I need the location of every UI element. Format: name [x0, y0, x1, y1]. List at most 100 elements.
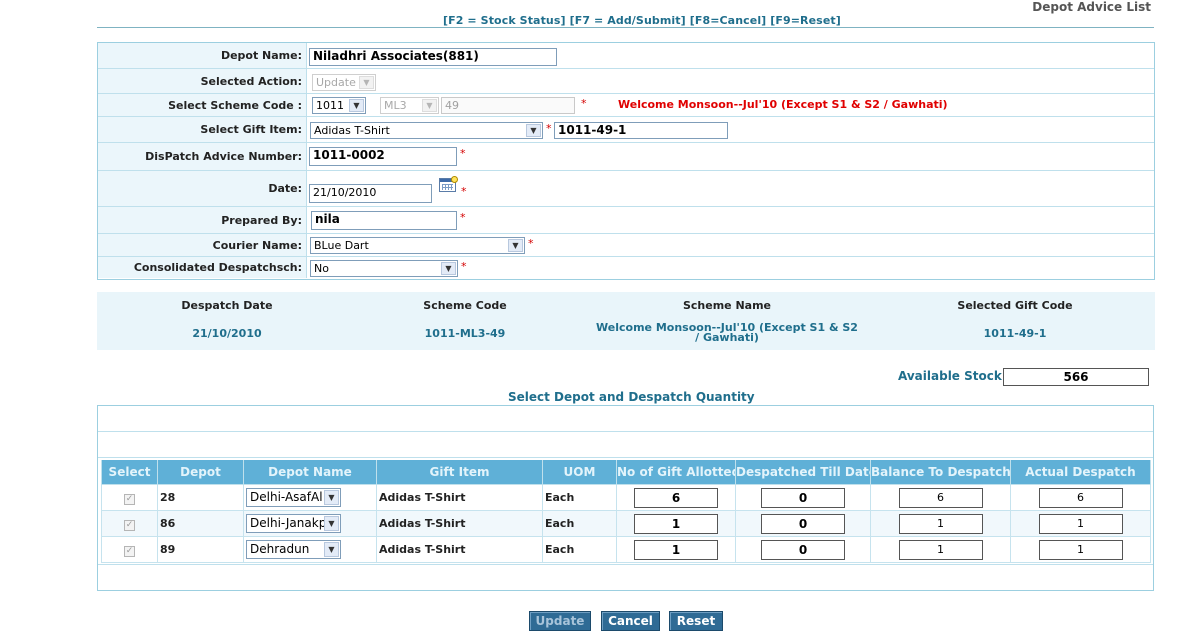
balance-to-despatch-input[interactable]: 6	[898, 487, 983, 508]
selected-action-label: Selected Action:	[98, 69, 307, 93]
summary-scheme-name: Welcome Monsoon--Jul'10 (Except S1 & S2 …	[596, 321, 858, 344]
despatched-till-date-input[interactable]: 0	[761, 539, 845, 560]
gift-allotted-input[interactable]: 1	[634, 513, 718, 534]
date-label: Date:	[98, 171, 307, 206]
depot-name-value: Delhi-Janakp	[250, 516, 327, 530]
summary-header-gift-code: Selected Gift Code	[957, 299, 1073, 312]
row-date: Date: 21/10/2010 *	[98, 171, 1154, 207]
row-gift-item: Select Gift Item: Adidas T-Shirt ▼ * 101…	[98, 117, 1154, 143]
column-header: Balance To Despatch	[870, 460, 1011, 485]
chevron-down-icon: ▼	[526, 124, 541, 137]
summary-despatch-date: 21/10/2010	[192, 327, 262, 340]
gift-item: Adidas T-Shirt	[376, 536, 543, 563]
row-courier: Courier Name: BLue Dart ▼ *	[98, 234, 1154, 257]
row-consolidated: Consolidated Despatchsch: No ▼ *	[98, 257, 1154, 278]
grid-divider	[98, 431, 1153, 432]
column-header: Despatched Till Date	[735, 460, 871, 485]
required-marker: *	[581, 97, 587, 110]
row-select-checkbox[interactable]: ✓	[124, 519, 135, 531]
chevron-down-icon: ▼	[441, 262, 456, 275]
scheme-sub-select: ML3 ▼	[380, 97, 439, 114]
depot-grid-panel: Select Depot Depot Name Gift Item UOM No…	[97, 405, 1154, 591]
cancel-button[interactable]: Cancel	[601, 611, 660, 631]
actual-despatch-input[interactable]: 1	[1038, 513, 1123, 534]
update-button[interactable]: Update	[529, 611, 591, 631]
chevron-down-icon: ▼	[324, 490, 339, 505]
row-dispatch-advice: DisPatch Advice Number: 1011-0002 *	[98, 143, 1154, 171]
uom: Each	[542, 536, 617, 563]
dispatch-advice-label: DisPatch Advice Number:	[98, 143, 307, 170]
gift-allotted-input[interactable]: 6	[634, 487, 718, 508]
balance-to-despatch-input[interactable]: 1	[898, 539, 983, 560]
gift-allotted-input[interactable]: 1	[634, 539, 718, 560]
section-title: Select Depot and Despatch Quantity	[508, 390, 755, 404]
gift-item: Adidas T-Shirt	[376, 484, 543, 511]
selected-action-select: Update ▼	[312, 74, 376, 91]
prepared-by-label: Prepared By:	[98, 207, 307, 233]
column-header: Gift Item	[376, 460, 543, 485]
column-header: UOM	[542, 460, 617, 485]
depot-name-select[interactable]: Dehradun ▼	[246, 540, 341, 559]
reset-button[interactable]: Reset	[669, 611, 723, 631]
table-row: ✓ 86 Delhi-Janakp ▼ Adidas T-Shirt Each 1…	[101, 510, 1151, 537]
depot-code: 86	[157, 510, 244, 537]
chevron-down-icon: ▼	[508, 239, 523, 252]
chevron-down-icon: ▼	[422, 99, 437, 112]
summary-scheme-code: 1011-ML3-49	[424, 327, 506, 340]
scheme-number-input: 49	[441, 97, 575, 114]
consolidated-label: Consolidated Despatchsch:	[98, 257, 307, 278]
balance-to-despatch-input[interactable]: 1	[898, 513, 983, 534]
depot-name-select[interactable]: Delhi-AsafAl ▼	[246, 488, 341, 507]
grid-divider	[98, 564, 1153, 565]
header-divider	[97, 27, 1154, 28]
courier-select[interactable]: BLue Dart ▼	[310, 237, 525, 254]
chevron-down-icon: ▼	[349, 99, 364, 112]
scheme-sub-value: ML3	[384, 99, 407, 112]
consolidated-select[interactable]: No ▼	[310, 260, 458, 277]
row-select-checkbox[interactable]: ✓	[124, 493, 135, 505]
actual-despatch-input[interactable]: 1	[1038, 539, 1123, 560]
consolidated-value: No	[314, 262, 329, 275]
column-header: Depot	[157, 460, 244, 485]
summary-header-scheme-name: Scheme Name	[682, 299, 772, 312]
required-marker: *	[528, 237, 534, 250]
depot-code: 28	[157, 484, 244, 511]
depot-name-value: Delhi-AsafAl	[250, 490, 323, 504]
column-header: No of Gift Allotted	[616, 460, 736, 485]
gift-code-input[interactable]: 1011-49-1	[554, 122, 728, 139]
despatched-till-date-input[interactable]: 0	[761, 487, 845, 508]
scheme-code-label: Select Scheme Code :	[98, 94, 307, 116]
gift-item-value: Adidas T-Shirt	[314, 124, 390, 137]
summary-header-scheme-code: Scheme Code	[423, 299, 507, 312]
actual-despatch-input[interactable]: 6	[1038, 487, 1123, 508]
courier-label: Courier Name:	[98, 234, 307, 256]
uom: Each	[542, 484, 617, 511]
date-input[interactable]: 21/10/2010	[309, 184, 432, 203]
table-header-row: Select Depot Depot Name Gift Item UOM No…	[101, 460, 1151, 485]
gift-item-select[interactable]: Adidas T-Shirt ▼	[310, 122, 543, 139]
chevron-down-icon: ▼	[324, 516, 339, 531]
selection-summary: Despatch Date Scheme Code Scheme Name Se…	[97, 292, 1155, 350]
available-stock-label: Available Stock	[898, 369, 1002, 383]
depot-name-value: Dehradun	[250, 542, 310, 556]
dispatch-advice-input[interactable]: 1011-0002	[309, 147, 457, 166]
column-header: Select	[101, 460, 158, 485]
column-header: Depot Name	[243, 460, 377, 485]
required-marker: *	[546, 122, 552, 135]
grid-divider	[98, 457, 1153, 458]
despatched-till-date-input[interactable]: 0	[761, 513, 845, 534]
row-select-checkbox[interactable]: ✓	[124, 545, 135, 557]
prepared-by-input[interactable]: nila	[311, 211, 457, 230]
depot-name-input[interactable]: Niladhri Associates(881)	[309, 48, 557, 66]
scheme-code-select[interactable]: 1011 ▼	[312, 97, 366, 114]
courier-value: BLue Dart	[314, 239, 369, 252]
depot-name-select[interactable]: Delhi-Janakp ▼	[246, 514, 341, 533]
selected-action-value: Update	[316, 76, 356, 89]
scheme-description: Welcome Monsoon--Jul'10 (Except S1 & S2 …	[618, 98, 948, 111]
gift-item: Adidas T-Shirt	[376, 510, 543, 537]
required-marker: *	[460, 147, 466, 160]
depot-code: 89	[157, 536, 244, 563]
row-selected-action: Selected Action: Update ▼	[98, 69, 1154, 94]
required-marker: *	[460, 211, 466, 224]
page-title: Depot Advice List	[1032, 0, 1151, 14]
